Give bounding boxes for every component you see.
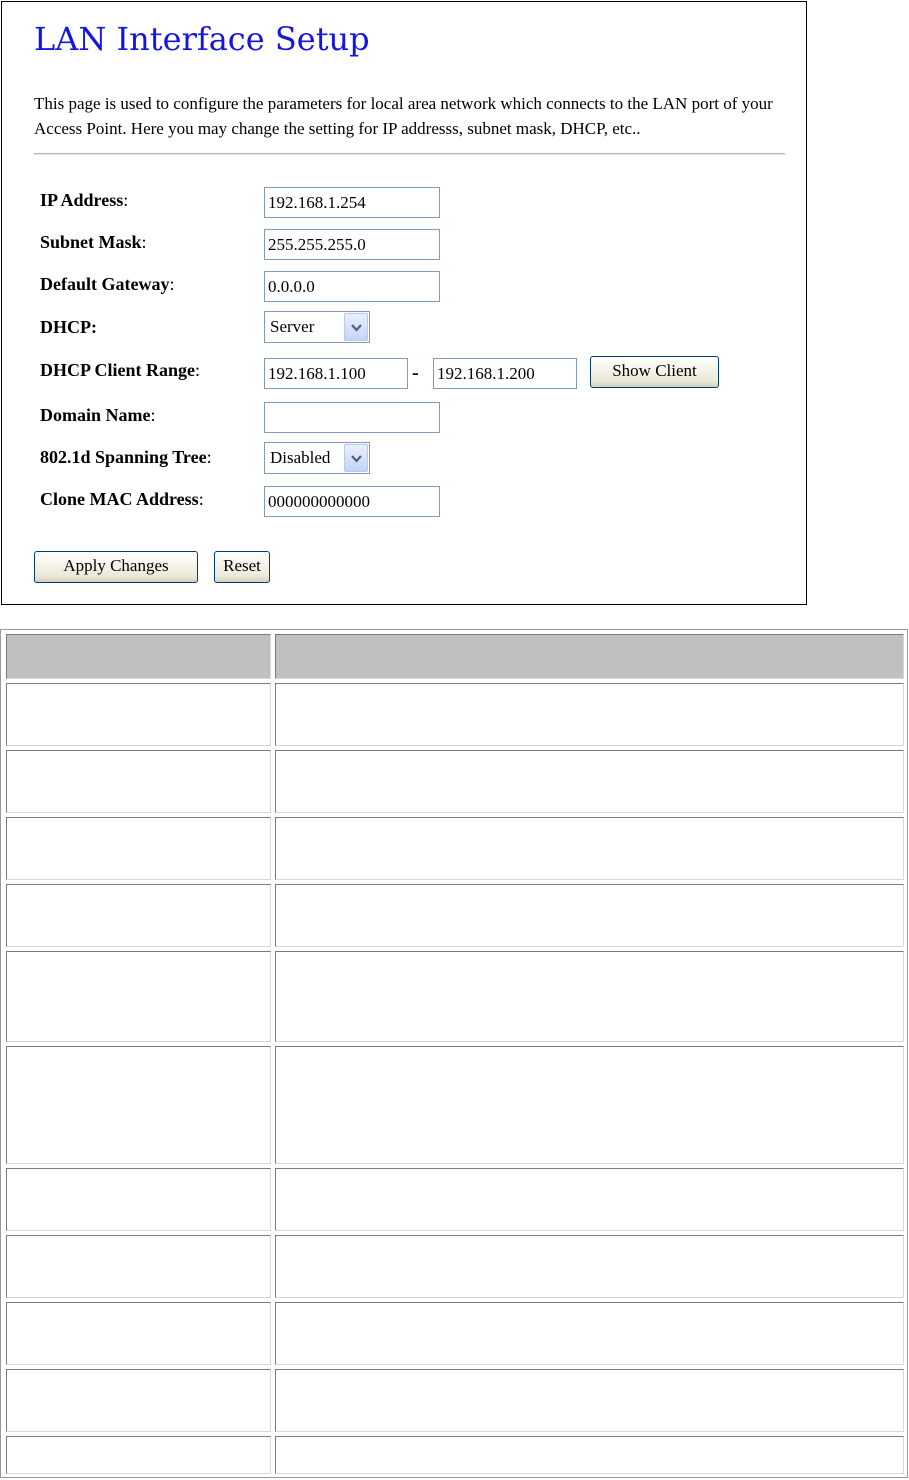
table-row-desc-cell [275, 817, 904, 880]
table-row-desc-cell [275, 1168, 904, 1231]
default-gateway-label-text: Default Gateway [40, 274, 170, 294]
table-row-desc-cell [275, 750, 904, 813]
dhcp-select-value: Server [270, 317, 315, 336]
page-description: This page is used to configure the param… [34, 94, 773, 138]
divider [34, 153, 785, 155]
subnet-mask-input[interactable]: 255.255.255.0 [264, 229, 440, 260]
domain-name-input[interactable] [264, 402, 440, 433]
spanning-tree-label-colon: : [206, 447, 212, 467]
dhcp-label-text: DHCP: [40, 317, 97, 337]
table-row-desc-cell [275, 1436, 904, 1474]
apply-changes-button[interactable]: Apply Changes [34, 551, 198, 583]
description-table [0, 629, 908, 1478]
ip-address-label: IP Address: [40, 190, 128, 211]
clone-mac-label-colon: : [198, 489, 204, 509]
table-header-cell [6, 634, 271, 679]
table-row-term-cell [6, 1168, 271, 1231]
domain-name-label-text: Domain Name [40, 405, 151, 425]
table-row-term-cell [6, 683, 271, 746]
subnet-mask-label-text: Subnet Mask [40, 232, 142, 252]
table-row-term-cell [6, 1369, 271, 1432]
clone-mac-label: Clone MAC Address: [40, 489, 204, 510]
table-header-cell [275, 634, 904, 679]
spanning-tree-label-text: 802.1d Spanning Tree [40, 447, 207, 467]
chevron-down-icon[interactable] [344, 313, 368, 341]
table-row-term-cell [6, 1046, 271, 1164]
table-row-desc-cell [275, 1302, 904, 1365]
default-gateway-label-colon: : [169, 274, 175, 294]
default-gateway-input[interactable]: 0.0.0.0 [264, 271, 440, 302]
reset-button[interactable]: Reset [214, 551, 270, 583]
range-separator: - [412, 362, 419, 384]
clone-mac-input[interactable]: 000000000000 [264, 486, 440, 517]
dhcp-label: DHCP: [40, 317, 97, 338]
ip-address-input[interactable]: 192.168.1.254 [264, 187, 440, 218]
table-row-term-cell [6, 750, 271, 813]
table-row-desc-cell [275, 1235, 904, 1298]
spanning-tree-select-value: Disabled [270, 448, 331, 467]
clone-mac-label-text: Clone MAC Address [40, 489, 199, 509]
dhcp-client-range-label: DHCP Client Range: [40, 360, 200, 381]
table-row-term-cell [6, 1436, 271, 1474]
show-client-button[interactable]: Show Client [590, 356, 719, 388]
table-row-term-cell [6, 1302, 271, 1365]
spanning-tree-select[interactable]: Disabled [264, 442, 370, 474]
dhcp-select[interactable]: Server [264, 311, 370, 343]
table-row-desc-cell [275, 951, 904, 1042]
dhcp-range-end-input[interactable]: 192.168.1.200 [433, 358, 577, 389]
spanning-tree-label: 802.1d Spanning Tree: [40, 447, 212, 468]
domain-name-label: Domain Name: [40, 405, 156, 426]
ip-address-label-colon: : [123, 190, 129, 210]
ip-address-label-text: IP Address [40, 190, 124, 210]
table-row-term-cell [6, 951, 271, 1042]
table-row-term-cell [6, 884, 271, 947]
table-row-desc-cell [275, 1046, 904, 1164]
dhcp-client-range-label-colon: : [195, 360, 201, 380]
dhcp-range-start-input[interactable]: 192.168.1.100 [264, 358, 408, 389]
chevron-down-icon[interactable] [344, 444, 368, 472]
lan-setup-panel: LAN Interface Setup This page is used to… [1, 1, 807, 605]
table-row-term-cell [6, 1235, 271, 1298]
table-row-desc-cell [275, 1369, 904, 1432]
subnet-mask-label-colon: : [141, 232, 147, 252]
dhcp-client-range-label-text: DHCP Client Range [40, 360, 195, 380]
default-gateway-label: Default Gateway: [40, 274, 175, 295]
table-row-desc-cell [275, 884, 904, 947]
subnet-mask-label: Subnet Mask: [40, 232, 147, 253]
table-row-desc-cell [275, 683, 904, 746]
table-row-term-cell [6, 817, 271, 880]
page-title: LAN Interface Setup [34, 20, 370, 58]
domain-name-label-colon: : [150, 405, 156, 425]
